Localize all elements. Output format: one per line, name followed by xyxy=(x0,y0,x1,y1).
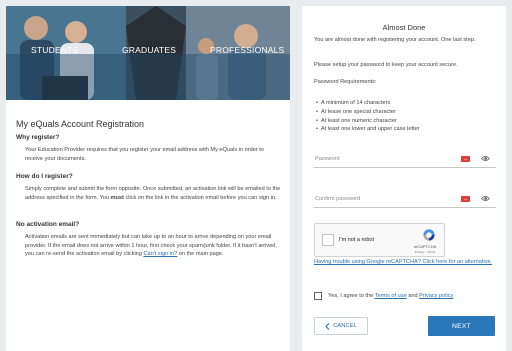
recaptcha-checkbox[interactable] xyxy=(322,234,334,246)
how-register-heading: How do I register? xyxy=(16,173,73,180)
banner-tab-students: STUDENTS xyxy=(31,45,79,55)
password-setup-panel: Almost Done You are almost done with reg… xyxy=(302,6,506,351)
recaptcha-widget: I'm not a robot reCAPTCHA Privacy - Term… xyxy=(314,223,445,257)
recaptcha-label: I'm not a robot xyxy=(339,237,374,243)
banner-tab-graduates: GRADUATES xyxy=(122,45,177,55)
password-placeholder: Password xyxy=(315,156,340,162)
banner-overlay xyxy=(6,54,290,100)
cant-sign-in-link[interactable]: Can't sign in? xyxy=(143,251,177,257)
hero-banner: STUDENTS GRADUATES PROFESSIONALS xyxy=(6,6,290,100)
recaptcha-terms[interactable]: Privacy - Terms xyxy=(410,250,440,254)
requirement-item: At least one lower and upper case letter xyxy=(316,125,420,134)
terms-of-use-link[interactable]: Terms of use xyxy=(375,293,407,299)
next-button[interactable]: NEXT xyxy=(428,316,495,336)
chevron-left-icon xyxy=(325,322,330,330)
next-button-label: NEXT xyxy=(452,322,471,330)
password-requirements-list: A minimum of 14 characters At lease one … xyxy=(316,99,420,134)
cancel-button[interactable]: CANCEL xyxy=(314,317,368,335)
requirement-item: At lease one special character xyxy=(316,108,420,117)
recaptcha-alternative-link[interactable]: Having trouble using Google reCAPTCHA? C… xyxy=(314,258,498,267)
banner-tab-professionals: PROFESSIONALS xyxy=(210,45,285,55)
password-manager-icon[interactable]: ••• xyxy=(461,156,470,162)
agree-prefix: Yes, I agree to the xyxy=(328,293,375,299)
agree-and: and xyxy=(406,293,420,299)
no-activation-heading: No activation email? xyxy=(16,221,80,228)
no-activation-text-end: on the main page. xyxy=(177,251,224,258)
agree-terms-text: Yes, I agree to the Terms of use and Pri… xyxy=(328,293,453,299)
how-register-text-must: must xyxy=(110,194,124,201)
confirm-password-placeholder: Confirm password xyxy=(315,196,361,202)
requirement-item: At least one numeric character xyxy=(316,117,420,126)
why-register-heading: Why register? xyxy=(16,134,60,141)
requirement-item: A minimum of 14 characters xyxy=(316,99,420,108)
registration-info-panel: STUDENTS GRADUATES PROFESSIONALS My eQua… xyxy=(6,6,290,351)
agree-terms-row: Yes, I agree to the Terms of use and Pri… xyxy=(314,292,504,302)
form-title: Almost Done xyxy=(382,23,426,32)
password-field[interactable]: Password ••• xyxy=(314,154,496,168)
agree-terms-checkbox[interactable] xyxy=(314,292,322,300)
recaptcha-brand: reCAPTCHA xyxy=(413,244,437,249)
how-register-text: Simply complete and submit the form oppo… xyxy=(25,185,283,202)
password-requirements-heading: Password Requirements: xyxy=(314,79,377,85)
eye-icon[interactable] xyxy=(481,155,490,162)
cancel-button-label: CANCEL xyxy=(333,323,357,329)
how-register-text-part2: click on the link in the activation emai… xyxy=(123,194,277,201)
why-register-text: Your Education Provider requires that yo… xyxy=(25,147,264,162)
recaptcha-logo-icon xyxy=(423,229,435,241)
privacy-policy-link[interactable]: Privacy policy xyxy=(419,293,453,299)
page-title: My eQuals Account Registration xyxy=(16,119,145,129)
eye-icon[interactable] xyxy=(481,195,490,202)
no-activation-text: Activation emails are sent immediately b… xyxy=(25,233,283,259)
confirm-password-field[interactable]: Confirm password ••• xyxy=(314,194,496,208)
form-intro: You are almost done with registering you… xyxy=(314,37,476,43)
form-setup-text: Please setup your password to keep your … xyxy=(314,62,458,68)
password-manager-icon[interactable]: ••• xyxy=(461,196,470,202)
